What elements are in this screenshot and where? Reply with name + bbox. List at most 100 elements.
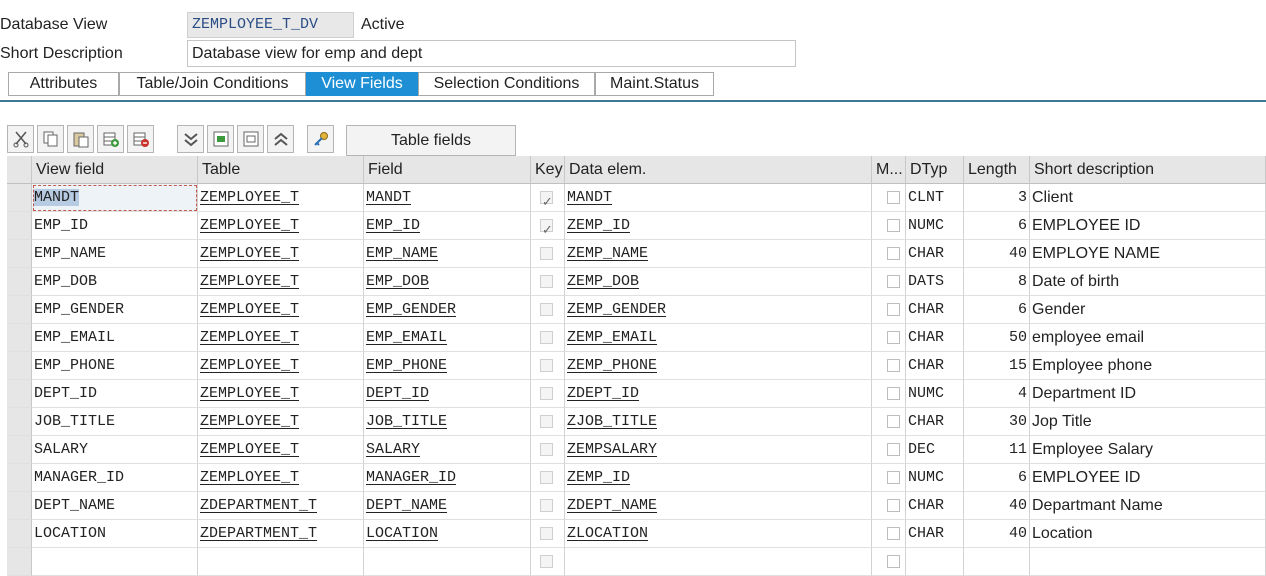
cell-field[interactable]: DEPT_NAME	[364, 492, 531, 520]
cell-short-description[interactable]: Client	[1030, 184, 1266, 212]
cell-length[interactable]: 30	[964, 408, 1030, 436]
cell-dtyp[interactable]: NUMC	[906, 464, 964, 492]
cell-view-field[interactable]	[32, 548, 198, 576]
cell-dtyp[interactable]: NUMC	[906, 212, 964, 240]
key-checkbox[interactable]	[540, 555, 553, 568]
table-row[interactable]: JOB_TITLE ZEMPLOYEE_T JOB_TITLE ZJOB_TITLE C…	[7, 408, 1266, 436]
row-selector[interactable]	[7, 436, 32, 464]
cell-view-field[interactable]: EMP_GENDER	[32, 296, 198, 324]
cell-dtyp[interactable]: NUMC	[906, 380, 964, 408]
key-checkbox[interactable]	[540, 443, 553, 456]
cell-view-field[interactable]: MANAGER_ID	[32, 464, 198, 492]
cell-key[interactable]	[531, 324, 565, 352]
select-block-button[interactable]	[207, 125, 234, 153]
cell-key[interactable]	[531, 408, 565, 436]
tab-attributes[interactable]: Attributes	[8, 72, 119, 96]
key-checkbox[interactable]	[540, 527, 553, 540]
cell-short-description[interactable]: Gender	[1030, 296, 1266, 324]
col-header-view-field[interactable]: View field	[32, 156, 198, 184]
cell-field[interactable]: MANDT	[364, 184, 531, 212]
cell-key[interactable]	[531, 352, 565, 380]
cell-view-field[interactable]: DEPT_ID	[32, 380, 198, 408]
cell-data-element[interactable]: ZEMP_GENDER	[565, 296, 872, 324]
row-selector[interactable]	[7, 520, 32, 548]
cell-table[interactable]: ZEMPLOYEE_T	[198, 436, 364, 464]
key-checkbox[interactable]	[540, 499, 553, 512]
table-row[interactable]: MANAGER_ID ZEMPLOYEE_T MANAGER_ID ZEMP_ID NU…	[7, 464, 1266, 492]
cell-dtyp[interactable]: CHAR	[906, 296, 964, 324]
paste-button[interactable]	[67, 125, 94, 153]
cell-dtyp[interactable]: DATS	[906, 268, 964, 296]
cell-data-element[interactable]: ZEMP_DOB	[565, 268, 872, 296]
cell-key[interactable]	[531, 520, 565, 548]
row-selector[interactable]	[7, 464, 32, 492]
col-header-field[interactable]: Field	[364, 156, 531, 184]
table-row[interactable]: MANDT ZEMPLOYEE_T MANDT ✓ MANDT CLNT 3 Client	[7, 184, 1266, 212]
cell-field[interactable]: EMP_GENDER	[364, 296, 531, 324]
cell-dtyp[interactable]: CLNT	[906, 184, 964, 212]
table-row[interactable]: EMP_DOB ZEMPLOYEE_T EMP_DOB ZEMP_DOB DATS 8 Da…	[7, 268, 1266, 296]
m-checkbox[interactable]	[887, 219, 900, 232]
m-checkbox[interactable]	[887, 555, 900, 568]
cell-data-element[interactable]: ZEMP_ID	[565, 212, 872, 240]
col-header-length[interactable]: Length	[964, 156, 1030, 184]
cell-data-element[interactable]: ZEMP_ID	[565, 464, 872, 492]
cell-m[interactable]	[872, 408, 906, 436]
key-checkbox[interactable]	[540, 275, 553, 288]
key-checkbox[interactable]	[540, 415, 553, 428]
cell-length[interactable]: 6	[964, 212, 1030, 240]
table-row[interactable]: DEPT_NAME ZDEPARTMENT_T DEPT_NAME ZDEPT_NAM…	[7, 492, 1266, 520]
table-row[interactable]: EMP_ID ZEMPLOYEE_T EMP_ID ✓ ZEMP_ID NUMC 6 EMPL…	[7, 212, 1266, 240]
col-header-short-description[interactable]: Short description	[1030, 156, 1266, 184]
cell-field[interactable]: SALARY	[364, 436, 531, 464]
cell-short-description[interactable]: Departmant Name	[1030, 492, 1266, 520]
cell-data-element[interactable]: ZEMP_PHONE	[565, 352, 872, 380]
cell-m[interactable]	[872, 436, 906, 464]
cell-length[interactable]: 11	[964, 436, 1030, 464]
cell-length[interactable]: 6	[964, 296, 1030, 324]
cell-dtyp[interactable]: CHAR	[906, 492, 964, 520]
insert-row-button[interactable]	[97, 125, 124, 153]
key-checkbox[interactable]	[540, 359, 553, 372]
cell-length[interactable]: 40	[964, 520, 1030, 548]
cell-length[interactable]: 50	[964, 324, 1030, 352]
cell-length[interactable]: 4	[964, 380, 1030, 408]
cell-key[interactable]	[531, 296, 565, 324]
tab-selection-conditions[interactable]: Selection Conditions	[418, 72, 595, 96]
cell-m[interactable]	[872, 380, 906, 408]
cell-length[interactable]	[964, 548, 1030, 576]
cell-view-field[interactable]: MANDT	[32, 184, 198, 212]
cell-table[interactable]: ZDEPARTMENT_T	[198, 492, 364, 520]
m-checkbox[interactable]	[887, 527, 900, 540]
cell-table[interactable]: ZEMPLOYEE_T	[198, 464, 364, 492]
cell-dtyp[interactable]: DEC	[906, 436, 964, 464]
col-header-key[interactable]: Key	[531, 156, 565, 184]
cell-table[interactable]: ZEMPLOYEE_T	[198, 296, 364, 324]
cell-data-element[interactable]: ZLOCATION	[565, 520, 872, 548]
cell-field[interactable]	[364, 548, 531, 576]
cell-length[interactable]: 6	[964, 464, 1030, 492]
collapse-all-button[interactable]	[267, 125, 294, 153]
table-row[interactable]: EMP_GENDER ZEMPLOYEE_T EMP_GENDER ZEMP_GEND…	[7, 296, 1266, 324]
m-checkbox[interactable]	[887, 247, 900, 260]
row-selector[interactable]	[7, 492, 32, 520]
row-selector[interactable]	[7, 380, 32, 408]
cell-data-element[interactable]	[565, 548, 872, 576]
copy-button[interactable]	[37, 125, 64, 153]
cell-field[interactable]: EMP_NAME	[364, 240, 531, 268]
cell-data-element[interactable]: ZEMPSALARY	[565, 436, 872, 464]
key-checkbox[interactable]	[540, 247, 553, 260]
cell-short-description[interactable]: Employee Salary	[1030, 436, 1266, 464]
col-header-dtyp[interactable]: DTyp	[906, 156, 964, 184]
cell-length[interactable]: 8	[964, 268, 1030, 296]
cell-key[interactable]	[531, 548, 565, 576]
table-row[interactable]: EMP_NAME ZEMPLOYEE_T EMP_NAME ZEMP_NAME CHAR…	[7, 240, 1266, 268]
key-checkbox[interactable]	[540, 303, 553, 316]
view-name-field[interactable]: ZEMPLOYEE_T_DV	[187, 12, 354, 38]
m-checkbox[interactable]	[887, 359, 900, 372]
key-checkbox[interactable]	[540, 471, 553, 484]
cell-length[interactable]: 3	[964, 184, 1030, 212]
cell-short-description[interactable]: Date of birth	[1030, 268, 1266, 296]
row-selector[interactable]	[7, 268, 32, 296]
delete-row-button[interactable]	[127, 125, 154, 153]
